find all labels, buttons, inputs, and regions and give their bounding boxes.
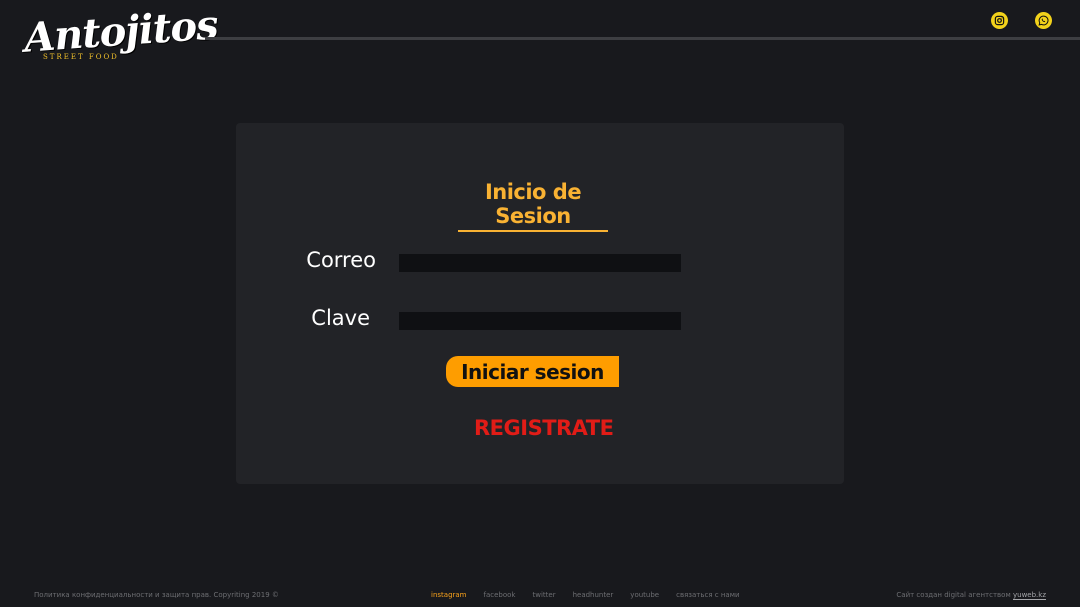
register-link[interactable]: REGISTRATE bbox=[474, 416, 614, 440]
login-card: Inicio de Sesion Correo Clave Iniciar se… bbox=[236, 123, 844, 484]
instagram-icon[interactable] bbox=[991, 12, 1008, 29]
whatsapp-icon[interactable] bbox=[1035, 12, 1052, 29]
credit: Сайт создан digital агентством yuweb.kz bbox=[896, 591, 1046, 600]
header-divider bbox=[205, 37, 1080, 40]
password-field[interactable] bbox=[399, 312, 681, 330]
login-title: Inicio de Sesion bbox=[458, 180, 608, 232]
footer-link-youtube[interactable]: youtube bbox=[630, 591, 659, 599]
footer-link-instagram[interactable]: instagram bbox=[431, 591, 467, 599]
footer-nav: instagram facebook twitter headhunter yo… bbox=[431, 591, 740, 599]
brand-tagline: STREET FOOD bbox=[43, 53, 119, 61]
logo[interactable]: Antojitos STREET FOOD bbox=[23, 1, 219, 68]
copyright-text: Политика конфиденциальности и защита пра… bbox=[34, 591, 279, 599]
footer-link-contact[interactable]: связаться с нами bbox=[676, 591, 739, 599]
footer: Политика конфиденциальности и защита пра… bbox=[0, 589, 1080, 603]
footer-link-facebook[interactable]: facebook bbox=[484, 591, 516, 599]
credit-site-link[interactable]: yuweb.kz bbox=[1012, 591, 1046, 600]
email-label: Correo bbox=[306, 248, 376, 272]
footer-link-twitter[interactable]: twitter bbox=[532, 591, 555, 599]
footer-link-headhunter[interactable]: headhunter bbox=[573, 591, 614, 599]
login-button[interactable]: Iniciar sesion bbox=[446, 356, 619, 387]
credit-text: Сайт создан digital агентством bbox=[896, 591, 1011, 599]
password-label: Clave bbox=[311, 306, 370, 330]
email-field[interactable] bbox=[399, 254, 681, 272]
